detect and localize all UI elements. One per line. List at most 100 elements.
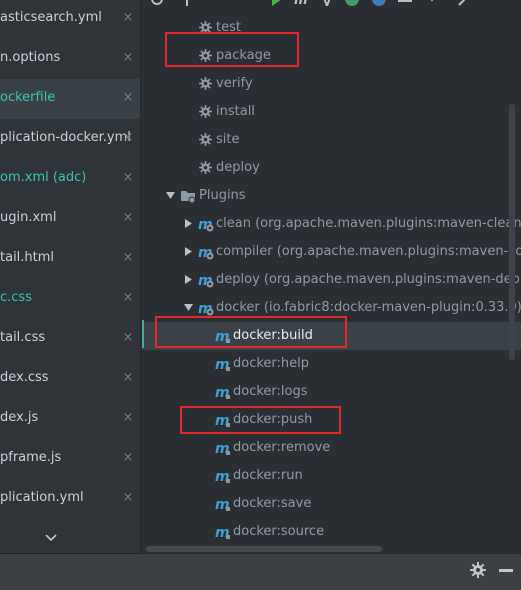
plugin-item-label: clean (org.apache.maven.plugins:maven-cl… <box>216 216 521 231</box>
docker-goal-label: docker:source <box>233 524 325 539</box>
file-tab[interactable]: n.options × <box>0 39 140 79</box>
file-tab[interactable]: plication.yml × <box>0 479 140 519</box>
file-tab[interactable]: c.css × <box>0 279 140 319</box>
docker-goal-docker-help[interactable]: m docker:help <box>142 350 521 378</box>
file-tab[interactable]: tail.css × <box>0 319 140 359</box>
close-icon[interactable]: × <box>122 251 134 265</box>
maven-plugin-icon: m <box>198 301 214 316</box>
editor-tabs-list: asticsearch.yml × n.options × ockerfile × plic… <box>0 0 141 553</box>
docker-goal-docker-logs[interactable]: m docker:logs <box>142 378 521 406</box>
close-icon[interactable]: × <box>122 411 134 425</box>
plugin-item[interactable]: m compiler (org.apache.maven.plugins:mave… <box>142 238 521 266</box>
plugin-item[interactable]: m deploy (org.apache.maven.plugins:maven-… <box>142 266 521 294</box>
maven-plugin-icon: m <box>198 245 214 260</box>
file-tab-label: c.css <box>0 290 32 305</box>
close-icon[interactable]: × <box>122 11 134 25</box>
file-tab-label: tail.html <box>0 250 55 265</box>
lifecycle-item-site[interactable]: site <box>142 126 521 154</box>
file-tab-label: dex.css <box>0 370 49 385</box>
file-tab-label: tail.css <box>0 330 46 345</box>
file-tab[interactable]: tail.html × <box>0 239 140 279</box>
maven-goal-icon: m <box>215 525 230 540</box>
plugin-item-label: compiler (org.apache.maven.plugins:maven… <box>216 244 521 259</box>
help-icon[interactable] <box>372 0 386 6</box>
lifecycle-item-test[interactable]: test <box>142 14 521 42</box>
add-icon[interactable] <box>180 0 194 6</box>
maven-toolbar: m <box>142 0 521 6</box>
refresh-icon[interactable] <box>150 0 164 6</box>
file-tab[interactable]: plication-docker.yml × <box>0 119 140 159</box>
settings-wrench-icon[interactable] <box>458 0 472 6</box>
file-tab-label: plication-docker.yml <box>0 130 131 145</box>
lifecycle-item-deploy[interactable]: deploy <box>142 154 521 182</box>
gear-icon[interactable] <box>470 562 486 578</box>
plugins-folder-label: Plugins <box>199 188 246 203</box>
status-bar <box>0 553 521 590</box>
expand-icon[interactable] <box>425 0 439 6</box>
lifecycle-item-label: site <box>216 132 240 147</box>
close-icon[interactable]: × <box>122 291 134 305</box>
docker-goal-label: docker:save <box>233 496 312 511</box>
close-icon[interactable]: × <box>122 171 134 185</box>
minimize-icon[interactable] <box>499 569 513 572</box>
file-tab[interactable]: ugin.xml × <box>0 199 140 239</box>
file-tab[interactable]: pframe.js × <box>0 439 140 479</box>
docker-goal-docker-save[interactable]: m docker:save <box>142 490 521 518</box>
close-icon[interactable]: × <box>122 131 134 145</box>
lifecycle-item-verify[interactable]: verify <box>142 70 521 98</box>
file-tab[interactable]: ockerfile × <box>0 79 140 119</box>
maven-plugin-icon: m <box>198 273 214 288</box>
close-icon[interactable]: × <box>122 91 134 105</box>
maven-goal-icon[interactable]: m <box>294 0 308 6</box>
file-tab-label: plication.yml <box>0 490 84 505</box>
plugins-folder[interactable]: Plugins <box>142 182 521 210</box>
plugin-item[interactable]: m docker (io.fabric8:docker-maven-plugin:… <box>142 294 521 322</box>
plugin-item[interactable]: m clean (org.apache.maven.plugins:maven-c… <box>142 210 521 238</box>
close-icon[interactable]: × <box>122 51 134 65</box>
maven-goal-icon: m <box>215 469 230 484</box>
chevron-right-icon[interactable] <box>184 219 193 228</box>
chevron-down-icon[interactable] <box>166 191 175 200</box>
close-icon[interactable]: × <box>122 491 134 505</box>
docker-goal-docker-push[interactable]: m docker:push <box>142 406 521 434</box>
close-icon[interactable]: × <box>122 451 134 465</box>
chevron-down-icon[interactable] <box>44 532 58 544</box>
chevron-right-icon[interactable] <box>184 247 193 256</box>
file-tab[interactable]: dex.js × <box>0 399 140 439</box>
lifecycle-item-label: install <box>216 104 255 119</box>
close-icon[interactable]: × <box>122 211 134 225</box>
run-icon[interactable] <box>270 0 284 6</box>
docker-goal-docker-remove[interactable]: m docker:remove <box>142 434 521 462</box>
lifecycle-item-package[interactable]: package <box>142 42 521 70</box>
gear-icon <box>199 49 212 62</box>
chevron-down-icon[interactable] <box>184 303 193 312</box>
docker-goal-label: docker:logs <box>233 384 308 399</box>
docker-goal-label: docker:run <box>233 468 303 483</box>
file-tab-label: n.options <box>0 50 61 65</box>
vertical-scrollbar[interactable] <box>509 104 515 360</box>
close-icon[interactable]: × <box>122 371 134 385</box>
file-tab-label: dex.js <box>0 410 39 425</box>
file-tab[interactable]: dex.css × <box>0 359 140 399</box>
docker-goal-docker-run[interactable]: m docker:run <box>142 462 521 490</box>
file-tab-label: ugin.xml <box>0 210 57 225</box>
gear-icon <box>199 21 212 34</box>
docker-goal-docker-source[interactable]: m docker:source <box>142 518 521 546</box>
docker-goal-docker-build[interactable]: m docker:build <box>142 322 521 350</box>
lifecycle-item-label: package <box>216 48 271 63</box>
file-tab[interactable]: om.xml (adc) × <box>0 159 140 199</box>
toggle-offline-icon[interactable] <box>320 0 334 6</box>
horizontal-scrollbar[interactable] <box>146 546 382 552</box>
close-icon[interactable]: × <box>122 331 134 345</box>
lifecycle-item-label: verify <box>216 76 253 91</box>
lifecycle-item-install[interactable]: install <box>142 98 521 126</box>
file-tab[interactable]: asticsearch.yml × <box>0 0 140 39</box>
gear-icon <box>199 77 212 90</box>
skip-tests-icon[interactable] <box>345 0 359 6</box>
lifecycle-item-label: test <box>216 20 241 35</box>
folder-icon <box>181 191 196 204</box>
collapse-all-icon[interactable] <box>398 0 412 6</box>
chevron-right-icon[interactable] <box>184 275 193 284</box>
plugin-item-label: docker (io.fabric8:docker-maven-plugin:0… <box>216 300 521 315</box>
maven-goal-icon: m <box>215 413 230 428</box>
